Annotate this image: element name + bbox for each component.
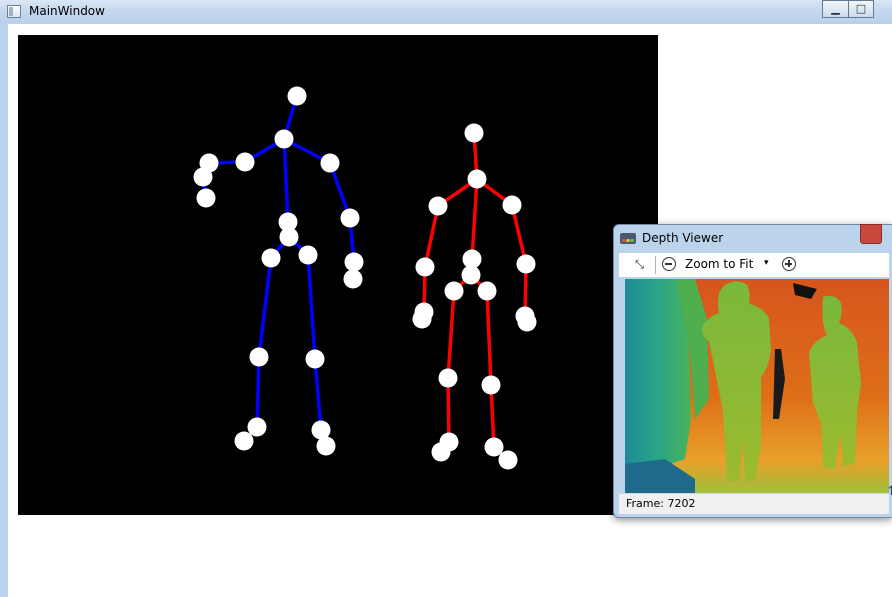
joint-hip_right — [298, 245, 318, 265]
joint-foot_left — [234, 431, 254, 451]
close-icon[interactable] — [860, 224, 882, 244]
joint-shoulder_center — [467, 169, 487, 189]
joint-knee_right — [305, 349, 325, 369]
joint-hip_left — [444, 281, 464, 301]
maximize-icon[interactable]: □ — [848, 0, 874, 18]
joint-shoulder_right — [502, 195, 522, 215]
joint-shoulder_center — [274, 129, 294, 149]
joint-foot_right — [316, 436, 336, 456]
joint-hip_center — [279, 227, 299, 247]
expand-arrows-icon[interactable]: ⤡ — [630, 256, 649, 274]
joint-hand_right — [343, 269, 363, 289]
skeleton-canvas — [18, 35, 658, 515]
arrow-up-icon: ↑ — [886, 484, 892, 499]
joint-wrist_right — [344, 252, 364, 272]
joint-hip_right — [477, 281, 497, 301]
frame-counter: Frame: 7202 — [626, 497, 696, 510]
depth-viewer-window[interactable]: Depth Viewer ⤡ Zoom to Fit ▾ Frame: 7202 — [613, 224, 892, 518]
joint-hand_left — [196, 188, 216, 208]
joint-elbow_left — [415, 257, 435, 277]
bone-knee_left-ankle_left — [446, 377, 451, 443]
main-window: MainWindow ▁ □ Depth Viewer ⤡ Zoom to Fi… — [0, 0, 892, 597]
toolbar-separator — [655, 256, 656, 274]
joint-foot_right — [498, 450, 518, 470]
joint-elbow_right — [516, 254, 536, 274]
status-bar: Frame: 7202 — [619, 493, 889, 514]
joint-hand_right — [517, 312, 537, 332]
skeleton-background — [18, 35, 658, 515]
zoom-out-icon[interactable] — [662, 257, 676, 271]
joint-elbow_right — [340, 208, 360, 228]
caption-buttons: ▁ □ — [822, 0, 892, 18]
joint-hand_left — [412, 309, 432, 329]
joint-knee_left — [438, 368, 458, 388]
joint-shoulder_left — [428, 196, 448, 216]
zoom-in-icon[interactable] — [782, 257, 796, 271]
depth-viewer-icon — [620, 233, 636, 244]
joint-knee_left — [249, 347, 269, 367]
depth-wall-left — [625, 279, 691, 479]
joint-hip_center — [461, 265, 481, 285]
minimize-icon[interactable]: ▁ — [822, 0, 849, 18]
chevron-down-icon[interactable]: ▾ — [764, 258, 769, 268]
joint-hip_left — [261, 248, 281, 268]
joint-ankle_left — [247, 417, 267, 437]
joint-ankle_right — [484, 437, 504, 457]
app-window-icon — [7, 5, 21, 18]
joint-shoulder_left — [235, 152, 255, 172]
depth-viewer-title: Depth Viewer — [642, 231, 724, 245]
depth-image — [625, 279, 889, 493]
zoom-select[interactable]: Zoom to Fit — [685, 257, 753, 271]
joint-knee_right — [481, 375, 501, 395]
depth-viewer-toolbar: ⤡ Zoom to Fit ▾ — [619, 253, 889, 277]
window-title: MainWindow — [29, 4, 105, 18]
joint-head — [287, 86, 307, 106]
joint-head — [464, 123, 484, 143]
joint-shoulder_right — [320, 153, 340, 173]
bone-knee_left-ankle_left — [255, 356, 261, 428]
window-titlebar[interactable]: MainWindow ▁ □ — [0, 0, 892, 24]
joint-wrist_left — [193, 167, 213, 187]
joint-foot_left — [431, 442, 451, 462]
